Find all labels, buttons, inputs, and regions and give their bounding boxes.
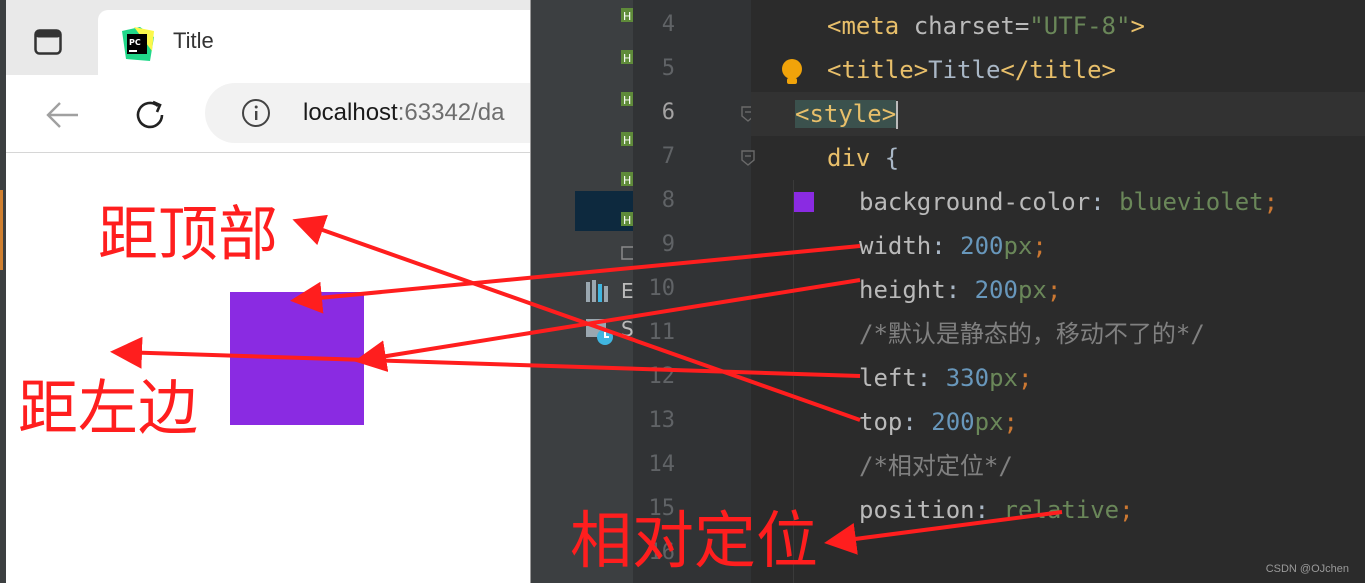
svg-text:PC: PC xyxy=(129,38,141,47)
code-token: height xyxy=(859,276,946,304)
line-number: 13 xyxy=(648,408,676,433)
annotation-left: 距左边 xyxy=(18,374,198,444)
tab-panel-icon xyxy=(34,29,62,55)
code-line-12: left: 330px; xyxy=(859,356,1032,400)
project-row-external[interactable]: E xyxy=(621,279,634,303)
positioned-div xyxy=(230,292,364,425)
code-token: ; xyxy=(1003,408,1018,436)
code-token: blueviolet xyxy=(1119,188,1264,216)
tab-title: Title xyxy=(173,28,214,53)
url-path: :63342/da xyxy=(397,99,505,126)
arrow-left-icon xyxy=(46,102,78,128)
code-token: ; xyxy=(1046,276,1062,304)
watermark: CSDN @OJchen xyxy=(1265,563,1349,575)
code-line-13: top: 200px; xyxy=(859,400,1018,444)
svg-text:H: H xyxy=(623,94,631,106)
code-token: charset= xyxy=(899,12,1030,40)
reload-icon xyxy=(136,100,164,129)
annotation-top: 距顶部 xyxy=(98,200,278,270)
code-token: 200 xyxy=(931,408,975,436)
code-line-10: height: 200px; xyxy=(859,268,1061,312)
code-line-7: div { xyxy=(827,136,899,180)
code-token: { xyxy=(870,144,900,172)
annotation-relative: 相对定位 xyxy=(570,504,819,577)
text-caret xyxy=(896,101,899,129)
line-number: 12 xyxy=(648,364,676,389)
code-token: left xyxy=(859,364,917,392)
tab-actions-button[interactable] xyxy=(28,22,68,62)
code-token: px xyxy=(1017,276,1047,304)
line-number: 4 xyxy=(661,12,675,37)
line-number: 8 xyxy=(661,188,675,213)
svg-text:H: H xyxy=(623,214,631,226)
code-line-5: <title>Title</title> xyxy=(827,48,1116,92)
code-line-9: width: 200px; xyxy=(859,224,1047,268)
code-token: px xyxy=(1003,232,1033,260)
svg-text:H: H xyxy=(623,10,631,22)
line-number: 9 xyxy=(661,232,675,257)
code-token: ; xyxy=(1032,232,1047,260)
external-libraries-icon[interactable] xyxy=(585,280,613,302)
code-token: 330 xyxy=(945,364,990,392)
code-line-8: background-color: blueviolet; xyxy=(859,180,1278,224)
address-bar[interactable]: localhost:63342/da xyxy=(205,83,530,143)
code-token: </title> xyxy=(1000,56,1116,84)
project-row-scratches[interactable]: S xyxy=(621,317,634,341)
code-token: <style> xyxy=(795,100,897,128)
code-token: <meta xyxy=(827,12,900,40)
code-token: 200 xyxy=(960,232,1004,260)
code-token: <title> xyxy=(827,56,929,84)
browser-toolbar: localhost:63342/da xyxy=(0,75,530,154)
code-editor[interactable]: <meta charset="UTF-8"> <title>Title</tit… xyxy=(751,0,1365,583)
line-number: 5 xyxy=(661,56,675,81)
code-token: width xyxy=(859,232,932,260)
window-edge xyxy=(0,0,6,583)
code-token: : xyxy=(1090,188,1120,216)
code-line-14: /*相对定位*/ xyxy=(859,452,1013,480)
svg-text:H: H xyxy=(623,52,631,64)
code-token: : xyxy=(974,496,1004,524)
code-token: "UTF-8" xyxy=(1029,12,1131,40)
code-token: background-color xyxy=(859,188,1091,216)
code-token: div xyxy=(827,144,871,172)
code-token: px xyxy=(974,408,1004,436)
code-token: : xyxy=(902,408,932,436)
code-token: relative xyxy=(1003,496,1120,524)
code-line-6: <style> xyxy=(795,92,899,136)
code-line-15: position: relative; xyxy=(859,488,1134,532)
browser-tab-bar: PC Title xyxy=(0,0,530,78)
svg-text:H: H xyxy=(623,174,631,186)
line-number: 11 xyxy=(648,320,676,345)
line-number: 14 xyxy=(648,452,676,477)
pycharm-icon: PC xyxy=(122,27,154,61)
code-line-11: /*默认是静态的，移动不了的*/ xyxy=(859,320,1205,348)
code-line-4: <meta charset="UTF-8"> xyxy=(827,4,1145,48)
scratches-icon[interactable] xyxy=(585,318,615,346)
code-token: Title xyxy=(928,56,1001,84)
browser-tab[interactable]: PC Title xyxy=(98,10,530,78)
line-number: 7 xyxy=(661,144,675,169)
code-token: 200 xyxy=(974,276,1018,304)
code-token: : xyxy=(916,364,946,392)
line-number: 6 xyxy=(661,100,675,125)
code-token: ; xyxy=(1119,496,1134,524)
code-token: : xyxy=(945,276,975,304)
code-token: ; xyxy=(1263,188,1279,216)
url-host: localhost xyxy=(303,99,398,126)
code-token: position xyxy=(859,496,975,524)
code-token: px xyxy=(989,364,1018,392)
url-text[interactable]: localhost:63342/da xyxy=(303,99,505,127)
code-token: top xyxy=(859,408,903,436)
reload-button[interactable] xyxy=(130,95,170,135)
svg-text:H: H xyxy=(623,134,631,146)
code-token: ; xyxy=(1017,364,1033,392)
browser-window: PC Title localhost:63342/da xyxy=(0,0,531,583)
back-button[interactable] xyxy=(42,95,82,135)
code-token: : xyxy=(931,232,961,260)
code-token: > xyxy=(1130,12,1145,40)
line-number: 10 xyxy=(648,276,676,301)
info-icon[interactable] xyxy=(241,98,271,128)
